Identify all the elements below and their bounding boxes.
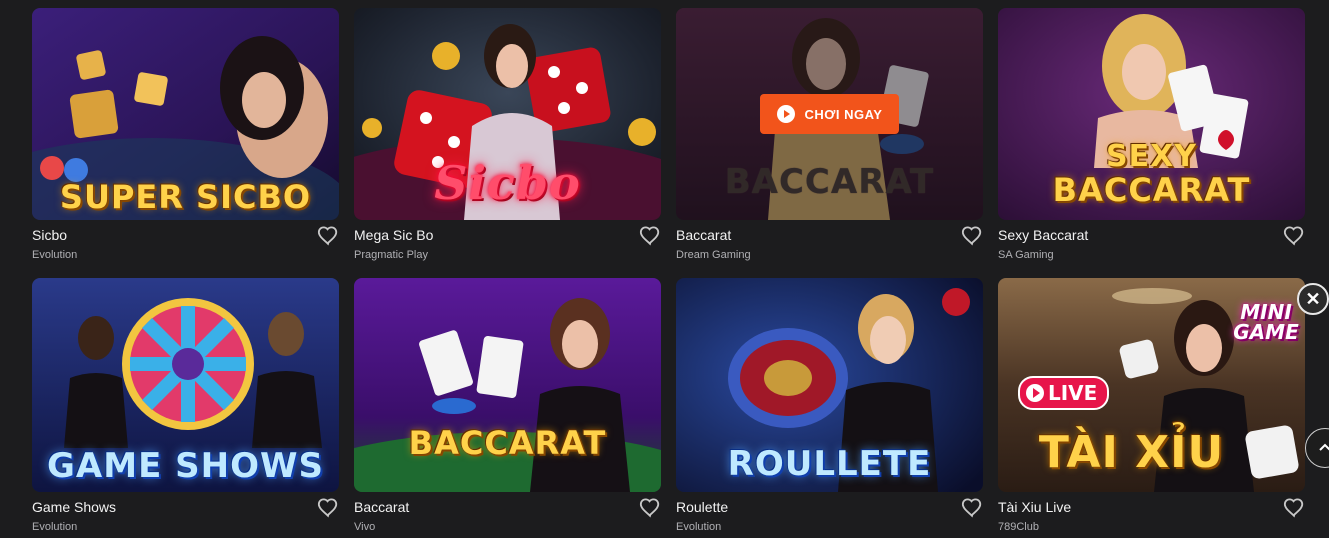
art-title-text: ROULLETE — [727, 444, 932, 484]
art-title-text: BACCARAT — [408, 424, 607, 462]
mini-game-line2: GAME — [1233, 320, 1299, 344]
game-provider: 789Club — [998, 521, 1039, 533]
heart-outline-icon[interactable] — [317, 225, 339, 247]
game-info: Baccarat Vivo — [354, 492, 661, 538]
art-title-text: TÀI XỈU — [1038, 427, 1225, 478]
game-provider: Evolution — [676, 521, 722, 533]
mini-game-logo: MINI GAME — [1223, 302, 1305, 342]
game-thumbnail[interactable]: BACCARAT CHƠI NGAY — [676, 8, 983, 220]
live-play-icon — [1026, 384, 1044, 402]
game-title: Roulette — [676, 499, 729, 515]
game-thumbnail[interactable]: LIVE TÀI XỈU MINI GAME — [998, 278, 1305, 492]
game-info: Roulette Evolution — [676, 492, 983, 538]
game-info: Mega Sic Bo Pragmatic Play — [354, 220, 661, 266]
art-title-line1: SEXY — [1106, 139, 1197, 174]
game-thumbnail[interactable]: BACCARAT — [354, 278, 661, 492]
play-now-label: CHƠI NGAY — [804, 106, 883, 122]
live-badge: LIVE — [1018, 376, 1110, 410]
game-card-tai-xiu-live[interactable]: LIVE TÀI XỈU MINI GAME Tài Xiu Live 789C… — [998, 278, 1305, 538]
game-provider: Evolution — [32, 521, 78, 533]
game-title: Game Shows — [32, 499, 117, 515]
close-mini-game-button[interactable]: ✕ — [1297, 283, 1329, 315]
art-title-text: Sicbo — [434, 156, 581, 210]
mini-game-line1: MINI — [1240, 300, 1292, 324]
live-badge-label: LIVE — [1048, 381, 1098, 405]
game-info: Sexy Baccarat SA Gaming — [998, 220, 1305, 266]
game-thumbnail[interactable]: GAME SHOWS — [32, 278, 339, 492]
game-info: Baccarat Dream Gaming — [676, 220, 983, 266]
heart-outline-icon[interactable] — [639, 497, 661, 519]
game-title: Sexy Baccarat — [998, 227, 1089, 243]
game-thumbnail[interactable]: SEXY BACCARAT — [998, 8, 1305, 220]
scroll-to-top-button[interactable] — [1305, 428, 1329, 468]
game-title: Tài Xiu Live — [998, 499, 1072, 515]
play-now-button[interactable]: CHƠI NGAY — [760, 94, 899, 134]
game-title: Mega Sic Bo — [354, 227, 434, 243]
game-provider: Vivo — [354, 521, 376, 533]
game-card-sexy-baccarat[interactable]: SEXY BACCARAT Sexy Baccarat SA Gaming — [998, 8, 1305, 271]
game-info: Sicbo Evolution — [32, 220, 339, 266]
game-thumbnail[interactable]: ROULLETE — [676, 278, 983, 492]
game-provider: Dream Gaming — [676, 249, 751, 261]
heart-outline-icon[interactable] — [961, 497, 983, 519]
game-card-mega-sic-bo[interactable]: Sicbo Mega Sic Bo Pragmatic Play — [354, 8, 661, 271]
heart-outline-icon[interactable] — [961, 225, 983, 247]
game-card-baccarat-dream-gaming[interactable]: BACCARAT CHƠI NGAY Baccarat Dream Gaming — [676, 8, 983, 271]
game-title: Baccarat — [676, 227, 732, 243]
game-thumbnail[interactable]: SUPER SICBO — [32, 8, 339, 220]
game-title: Baccarat — [354, 499, 410, 515]
heart-outline-icon[interactable] — [639, 225, 661, 247]
chevron-up-icon — [1319, 443, 1329, 451]
art-title-line2: BACCARAT — [1052, 171, 1251, 209]
heart-outline-icon[interactable] — [1283, 497, 1305, 519]
game-provider: Pragmatic Play — [354, 249, 428, 261]
game-grid: SUPER SICBO Sicbo Evolution Sicbo Mega S… — [32, 8, 1305, 538]
game-title: Sicbo — [32, 227, 68, 243]
game-provider: Evolution — [32, 249, 78, 261]
game-info: Game Shows Evolution — [32, 492, 339, 538]
heart-outline-icon[interactable] — [317, 497, 339, 519]
game-info: Tài Xiu Live 789Club — [998, 492, 1305, 538]
game-thumbnail[interactable]: Sicbo — [354, 8, 661, 220]
game-card-sicbo[interactable]: SUPER SICBO Sicbo Evolution — [32, 8, 339, 271]
close-icon: ✕ — [1305, 288, 1321, 309]
game-provider: SA Gaming — [998, 249, 1054, 261]
art-title-text: SUPER SICBO — [59, 178, 312, 216]
game-card-baccarat-vivo[interactable]: BACCARAT Baccarat Vivo — [354, 278, 661, 538]
game-card-game-shows[interactable]: GAME SHOWS Game Shows Evolution — [32, 278, 339, 538]
art-title-text: GAME SHOWS — [47, 446, 324, 486]
heart-outline-icon[interactable] — [1283, 225, 1305, 247]
game-card-roulette[interactable]: ROULLETE Roulette Evolution — [676, 278, 983, 538]
play-circle-icon — [776, 105, 795, 123]
